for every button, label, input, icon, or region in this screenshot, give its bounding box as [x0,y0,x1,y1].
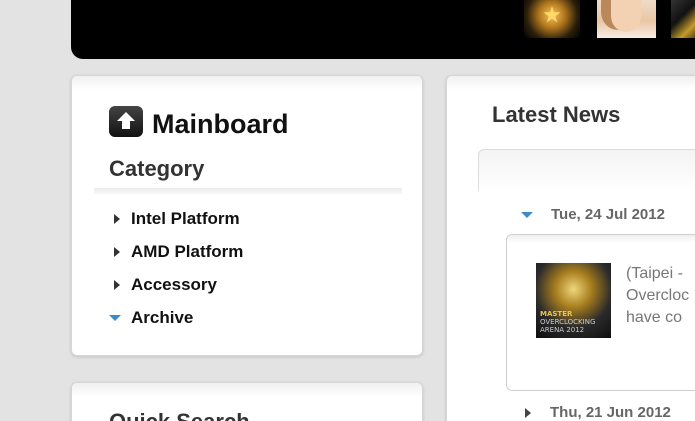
banner-thumbnail-game[interactable] [671,0,695,38]
category-list: Intel Platform AMD Platform Accessory Ar… [109,202,243,334]
chevron-right-icon [114,279,120,290]
news-heading: Latest News [492,102,621,127]
chevron-down-icon [109,314,121,321]
banner-thumbnail-person[interactable] [597,0,656,38]
chevron-right-icon [114,213,120,224]
category-panel: Mainboard Category Intel Platform AMD Pl… [71,75,423,356]
news-excerpt-line: Overcloc [626,287,690,304]
category-item-archive[interactable]: Archive [109,301,243,334]
category-item-intel-platform[interactable]: Intel Platform [109,202,243,235]
page-title: Mainboard [152,109,289,139]
category-label: Archive [131,307,194,327]
news-date-toggle[interactable]: Tue, 24 Jul 2012 [521,206,665,223]
category-label: Accessory [131,274,218,294]
quick-search-panel: Quick Search [71,382,423,421]
chevron-right-icon [525,407,531,418]
category-item-amd-platform[interactable]: AMD Platform [109,235,243,268]
divider [94,188,402,194]
news-excerpt-line: have co [626,309,683,326]
thumbnail-caption-line3: ARENA 2012 [540,326,585,334]
chevron-right-icon [114,246,120,257]
thumbnail-caption-line2: OVERCLOCKING [540,318,596,326]
thumbnail-caption-line1: MASTER [540,310,573,318]
up-arrow-icon[interactable] [109,106,143,137]
category-item-accessory[interactable]: Accessory [109,268,243,301]
category-heading: Category [109,156,205,181]
news-item-card[interactable]: MASTER OVERCLOCKING ARENA 2012 (Taipei -… [506,234,695,391]
quick-search-heading: Quick Search [109,409,250,421]
news-excerpt: (Taipei - Overcloc have co [626,263,689,329]
news-date: Tue, 24 Jul 2012 [551,206,665,223]
news-excerpt-line: (Taipei - [626,265,683,282]
chevron-down-icon [521,211,533,218]
category-label: Intel Platform [131,208,240,228]
news-date: Thu, 21 Jun 2012 [550,404,671,421]
banner-thumbnail-award[interactable] [524,0,580,38]
news-list-header [478,149,695,191]
category-label: AMD Platform [131,241,244,261]
news-thumbnail[interactable]: MASTER OVERCLOCKING ARENA 2012 [536,263,611,338]
news-date-toggle[interactable]: Thu, 21 Jun 2012 [521,404,671,421]
